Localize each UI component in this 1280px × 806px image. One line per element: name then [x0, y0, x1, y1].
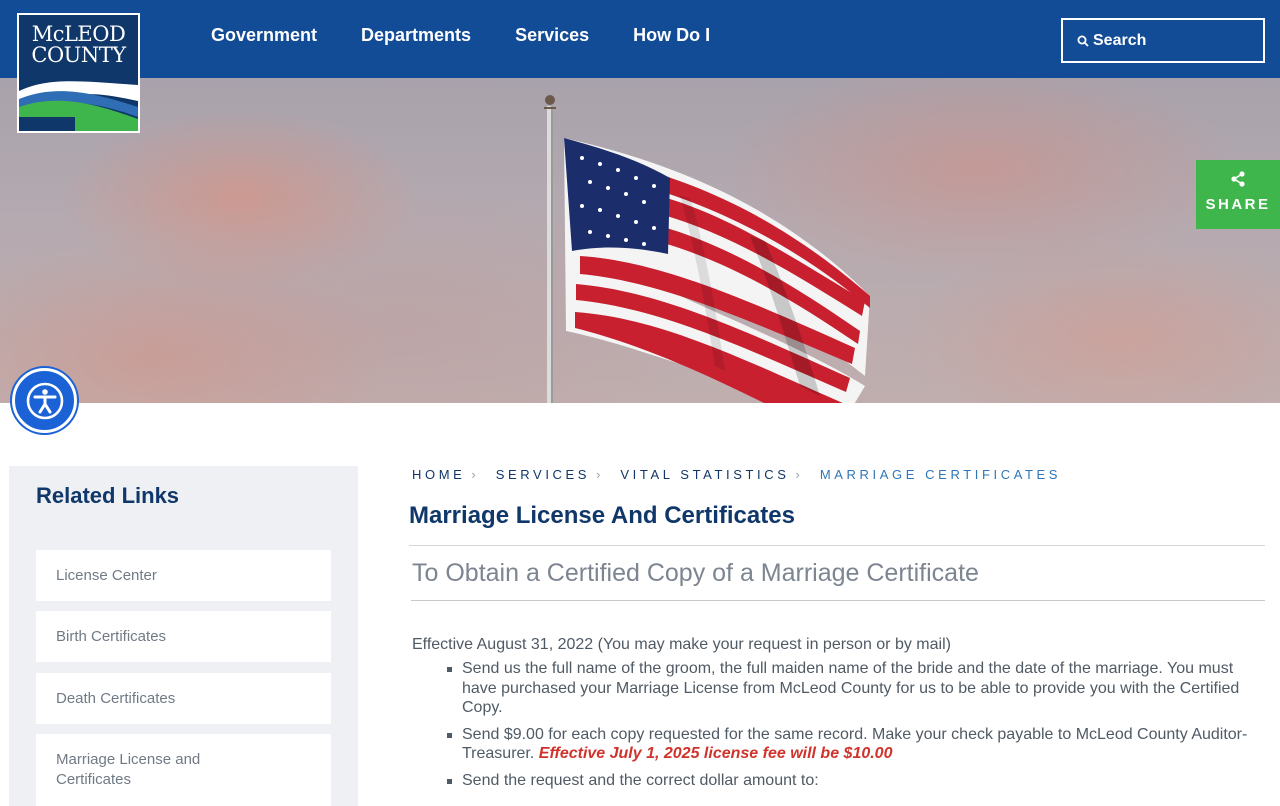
accessibility-button[interactable] — [12, 368, 77, 433]
nav-government[interactable]: Government — [211, 25, 317, 46]
share-label: SHARE — [1205, 196, 1271, 213]
effective-date-text: Effective August 31, 2022 (You may make … — [412, 636, 951, 653]
sidebar-link-birth-certificates[interactable]: Birth Certificates — [36, 611, 331, 662]
chevron-right-icon: › — [471, 467, 476, 482]
breadcrumb-current: MARRIAGE CERTIFICATES — [819, 467, 1062, 482]
site-header: Government Departments Services How Do I… — [0, 0, 1280, 78]
breadcrumb-home[interactable]: HOME — [412, 467, 465, 482]
accessibility-icon — [26, 382, 63, 419]
chevron-right-icon: › — [596, 467, 601, 482]
related-links-sidebar: Related Links License Center Birth Certi… — [9, 466, 358, 806]
search-icon — [1077, 35, 1089, 47]
list-item: Send the request and the correct dollar … — [447, 771, 1262, 791]
nav-departments[interactable]: Departments — [361, 25, 471, 46]
divider — [411, 600, 1265, 601]
divider — [409, 545, 1265, 546]
county-logo[interactable]: McLEOD COUNTY — [17, 13, 140, 133]
sidebar-link-death-certificates[interactable]: Death Certificates — [36, 673, 331, 724]
flag-image — [544, 95, 870, 403]
page-title: Marriage License And Certificates — [409, 502, 795, 529]
list-item: Send us the full name of the groom, the … — [447, 659, 1262, 718]
nav-services[interactable]: Services — [515, 25, 589, 46]
logo-text: McLEOD COUNTY — [19, 24, 138, 66]
sidebar-link-license-center[interactable]: License Center — [36, 550, 331, 601]
section-heading: To Obtain a Certified Copy of a Marriage… — [412, 559, 979, 587]
main-nav: Government Departments Services How Do I — [211, 25, 754, 46]
logo-landscape-icon — [19, 81, 138, 131]
instructions-list: Send us the full name of the groom, the … — [447, 659, 1262, 797]
sidebar-title: Related Links — [36, 483, 180, 508]
breadcrumb-services[interactable]: SERVICES — [496, 467, 590, 482]
nav-how-do-i[interactable]: How Do I — [633, 25, 710, 46]
logo-line2: COUNTY — [31, 43, 126, 67]
instruction-text: Send the request and the correct dollar … — [462, 771, 819, 789]
chevron-right-icon: › — [795, 467, 800, 482]
search-label: Search — [1093, 31, 1147, 49]
logo-line1: McLEOD — [31, 22, 126, 46]
breadcrumb-vital-statistics[interactable]: VITAL STATISTICS — [620, 467, 789, 482]
list-item: Send $9.00 for each copy requested for t… — [447, 725, 1262, 764]
hero-banner — [0, 78, 1280, 403]
share-button[interactable]: SHARE — [1196, 160, 1280, 229]
sidebar-link-marriage-license[interactable]: Marriage License and Certificates — [36, 734, 331, 806]
fee-change-note: Effective July 1, 2025 license fee will … — [538, 745, 893, 762]
search-button[interactable]: Search — [1061, 18, 1265, 63]
instruction-text: Send us the full name of the groom, the … — [462, 660, 1240, 716]
share-icon — [1231, 171, 1245, 187]
breadcrumb: HOME › SERVICES › VITAL STATISTICS › MAR… — [412, 467, 1061, 482]
